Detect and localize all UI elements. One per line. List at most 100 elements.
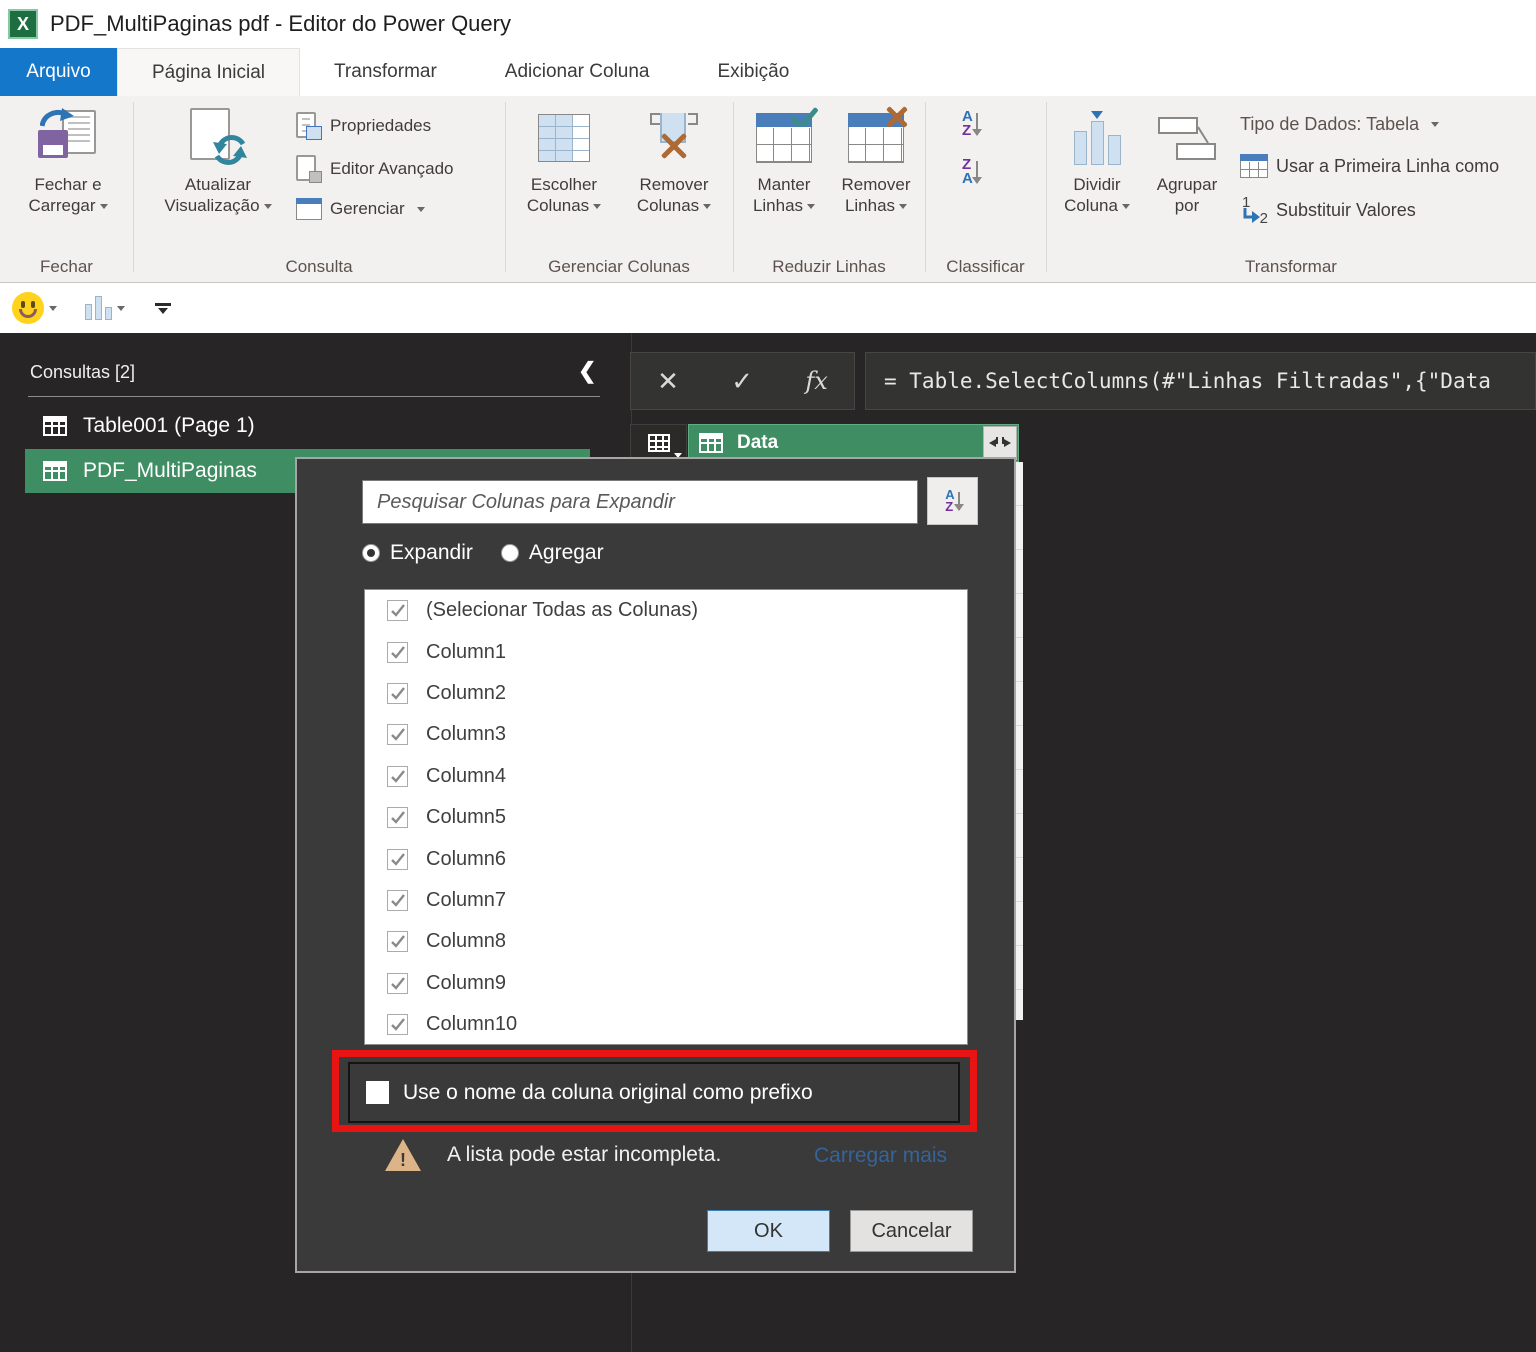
panel-header-underline [28,396,600,397]
chevron-down-icon [100,204,108,209]
remove-columns-button[interactable]: Remover Colunas [620,102,728,254]
radio-unselected-icon [501,544,519,562]
close-and-load-icon [36,102,100,174]
tab-exibicao[interactable]: Exibição [684,48,824,96]
close-and-load-button[interactable]: Fechar e Carregar [10,102,126,254]
manage-button[interactable]: Gerenciar [296,198,425,220]
group-divider [925,102,926,272]
refresh-preview-icon [190,102,246,174]
radio-expandir[interactable]: Expandir [362,541,473,565]
collapse-panel-icon[interactable]: ❮ [578,358,596,384]
column-list-item[interactable]: Column5 [365,797,967,838]
group-divider [505,102,506,272]
choose-columns-label: Escolher Colunas [527,174,601,217]
prefix-option-row[interactable]: Use o nome da coluna original como prefi… [348,1062,960,1123]
checkbox-checked-icon[interactable] [387,973,408,994]
tab-transformar[interactable]: Transformar [300,48,471,96]
remove-columns-label: Remover Colunas [637,174,711,217]
checkbox-checked-icon[interactable] [387,600,408,621]
formula-input[interactable]: = Table.SelectColumns(#"Linhas Filtradas… [865,352,1536,410]
column-list-item-label: Column2 [426,682,506,705]
checkbox-checked-icon[interactable] [387,1014,408,1035]
checkbox-checked-icon[interactable] [387,807,408,828]
accept-formula-icon[interactable]: ✓ [731,368,753,394]
split-column-button[interactable]: Dividir Coluna [1052,102,1142,254]
group-divider [133,102,134,272]
warning-text: A lista pode estar incompleta. [447,1143,721,1167]
prefix-checkbox-label: Use o nome da coluna original como prefi… [403,1081,813,1105]
fx-icon[interactable]: fx [805,369,827,393]
group-label-fechar: Fechar [0,257,133,277]
checkbox-checked-icon[interactable] [387,683,408,704]
checkbox-checked-icon[interactable] [387,931,408,952]
column-list-item[interactable]: Column4 [365,756,967,797]
group-divider [1046,102,1047,272]
properties-button[interactable]: Propriedades [296,112,431,140]
column-list-item-label: Column5 [426,806,506,829]
power-query-editor-window: X PDF_MultiPaginas pdf - Editor do Power… [0,0,1536,1352]
load-more-link[interactable]: Carregar mais [814,1144,947,1168]
group-label-transformar: Transformar [1046,257,1536,277]
query-item-table001[interactable]: Table001 (Page 1) [25,404,590,448]
ok-button[interactable]: OK [707,1210,830,1252]
column-list-item-label: Column6 [426,848,506,871]
column-list-item[interactable]: (Selecionar Todas as Colunas) [365,590,967,631]
sort-columns-button[interactable]: AZ [927,477,978,525]
smiley-icon [12,292,44,324]
column-list-item[interactable]: Column8 [365,921,967,962]
remove-rows-button[interactable]: Remover Linhas [830,102,922,254]
chevron-down-icon [703,204,711,209]
column-list-item[interactable]: Column9 [365,963,967,1004]
checkbox-checked-icon[interactable] [387,642,408,663]
expand-column-button[interactable] [983,426,1017,460]
data-type-button[interactable]: Tipo de Dados: Tabela [1240,114,1439,135]
send-a-smile-button[interactable] [0,292,57,324]
replace-values-button[interactable]: 1 2 Substituir Valores [1240,196,1416,224]
column-list-item[interactable]: Column1 [365,631,967,672]
use-first-row-button[interactable]: Usar a Primeira Linha como [1240,154,1536,178]
keep-rows-button[interactable]: Manter Linhas [738,102,830,254]
prefix-checkbox[interactable] [366,1081,389,1104]
radio-expandir-label: Expandir [390,541,473,565]
tab-pagina-inicial[interactable]: Página Inicial [117,48,300,96]
cancel-button[interactable]: Cancelar [850,1210,973,1252]
discard-formula-icon[interactable]: ✕ [657,368,679,394]
refresh-preview-button[interactable]: Atualizar Visualização [150,102,286,254]
column-list-item[interactable]: Column7 [365,880,967,921]
expand-columns-dialog: AZ Expandir Agregar (Selecionar Todas as… [295,457,1016,1273]
query-item-label: Table001 (Page 1) [83,414,255,438]
group-label-reduzir-linhas: Reduzir Linhas [733,257,925,277]
formula-text: = Table.SelectColumns(#"Linhas Filtradas… [866,369,1491,393]
tab-arquivo[interactable]: Arquivo [0,48,117,96]
column-list-item[interactable]: Column10 [365,1004,967,1045]
column-list-item[interactable]: Column6 [365,838,967,879]
arrow-down-icon [958,492,960,510]
column-list-item-label: Column10 [426,1013,517,1036]
replace-values-label: Substituir Valores [1276,200,1416,221]
properties-icon [296,112,322,140]
radio-agregar[interactable]: Agregar [501,541,604,565]
table-icon [43,461,67,481]
group-by-button[interactable]: Agrupar por [1142,102,1232,254]
checkbox-checked-icon[interactable] [387,724,408,745]
sort-ascending-button[interactable]: AZ [962,110,978,139]
ribbon-tab-row: Arquivo Página Inicial Transformar Adici… [0,48,1536,96]
column-list-item[interactable]: Column3 [365,714,967,755]
group-by-icon [1158,102,1216,174]
chart-tool-button[interactable] [57,296,125,320]
checkbox-checked-icon[interactable] [387,766,408,787]
search-columns-input[interactable] [362,480,918,524]
sort-descending-button[interactable]: ZA [962,158,978,187]
column-list-item[interactable]: Column2 [365,673,967,714]
choose-columns-button[interactable]: Escolher Colunas [510,102,618,254]
checkbox-checked-icon[interactable] [387,849,408,870]
data-column-label: Data [737,432,778,454]
column-list-item-label: (Selecionar Todas as Colunas) [426,599,698,622]
customize-toolbar-button[interactable] [155,303,171,314]
dialog-column-list: (Selecionar Todas as Colunas) Column1 Co… [364,589,968,1045]
tab-adicionar-coluna[interactable]: Adicionar Coluna [471,48,684,96]
checkbox-checked-icon[interactable] [387,890,408,911]
keep-rows-icon [756,102,812,174]
data-type-label: Tipo de Dados: Tabela [1240,114,1419,135]
advanced-editor-button[interactable]: Editor Avançado [296,155,454,183]
